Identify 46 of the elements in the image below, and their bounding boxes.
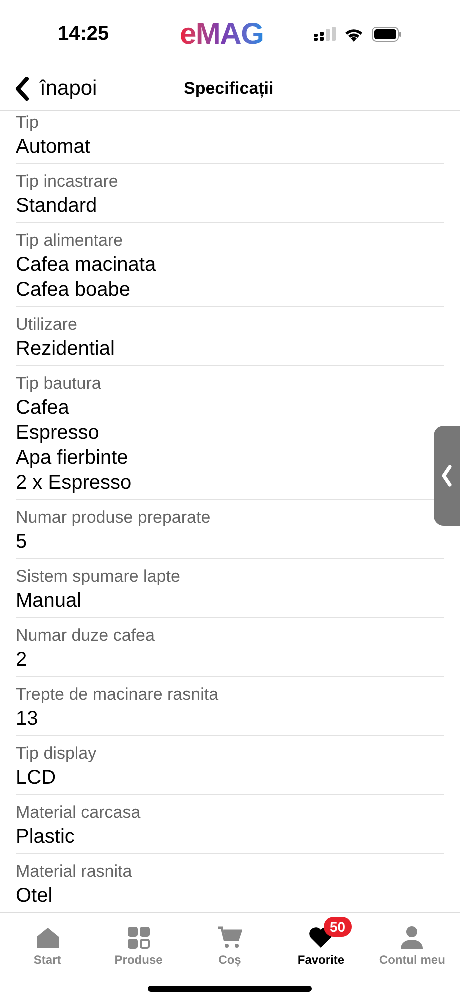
person-icon [400,926,424,950]
page-title: Specificații [184,78,274,100]
spec-label: Utilizare [16,314,78,336]
spec-value: Manual [16,589,83,614]
spec-label: Material carcasa [16,802,142,824]
back-button[interactable]: înapoi [14,73,98,105]
spec-value: Cafea [16,396,70,421]
spec-label: Tip display [16,743,98,765]
spec-value: 2 [16,648,28,673]
cart-icon [218,926,242,950]
spec-label: Trepte de macinare rasnita [16,684,220,706]
spec-value: Apa fierbinte [16,446,130,471]
tab-bar-item[interactable]: Contul meu [375,926,450,968]
wifi-icon [344,26,364,42]
spec-value: Plastic [16,825,76,850]
spec-value: 2 x Espresso [16,471,133,496]
spec-value: LCD [16,766,58,791]
spec-value: Cafea macinata [16,253,158,278]
spec-label: Sistem spumare lapte [16,566,182,588]
spec-label: Material rasnita [16,861,134,883]
spec-value: 5 [16,530,28,555]
tab-bar-item[interactable]: Produse [110,926,167,968]
home-icon [36,926,60,950]
grid-icon [126,926,151,950]
chevron-left-icon [442,465,452,487]
status-time: 14:25 [58,22,110,47]
spec-value: Espresso [16,421,100,446]
tab-bar-item[interactable]: Start [30,926,66,968]
side-handle[interactable] [434,426,460,526]
signal-icon [314,27,336,41]
spec-value: Rezidential [16,337,116,362]
spec-label: Tip incastrare [16,171,120,193]
spec-value: Otel [16,884,54,909]
back-chevron-icon [14,77,30,101]
spec-value: Standard [16,194,98,219]
count-badge: 50 [324,917,352,937]
spec-label: Tip [16,112,40,134]
tab-bar-item[interactable]: Coș [214,926,246,968]
spec-value: Cafea boabe [16,278,132,303]
spec-label: Numar duze cafea [16,625,156,647]
spec-label: Tip alimentare [16,230,124,252]
battery-icon [372,26,402,42]
spec-label: Numar produse preparate [16,507,212,529]
spec-label: Tip bautura [16,373,102,395]
spec-value: Automat [16,135,92,160]
spec-value: 13 [16,707,40,732]
